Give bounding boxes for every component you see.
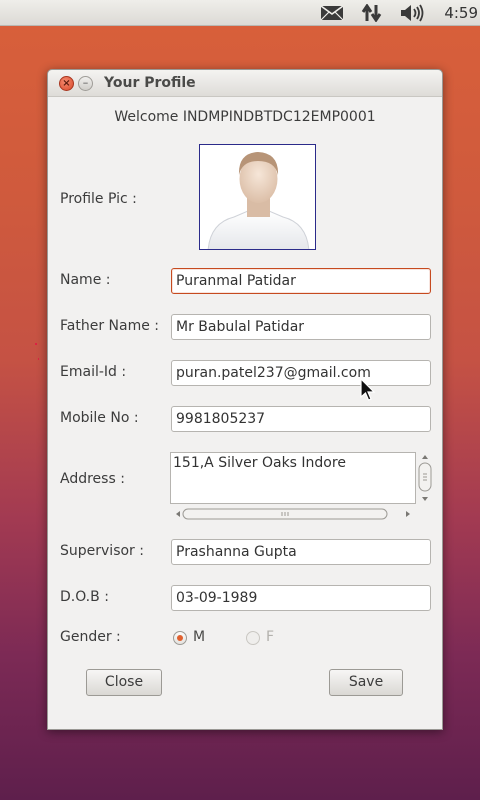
email-label: Email-Id :	[60, 364, 127, 380]
profile-picture[interactable]	[199, 144, 316, 250]
name-field[interactable]: Puranmal Patidar	[171, 268, 431, 294]
dob-field[interactable]: 03-09-1989	[171, 585, 431, 611]
gender-female-radio[interactable]	[246, 631, 260, 645]
gender-male-label[interactable]: M	[193, 629, 205, 645]
profile-pic-label: Profile Pic :	[60, 191, 137, 207]
address-horizontal-scrollbar[interactable]	[174, 507, 412, 521]
father-name-label: Father Name :	[60, 318, 159, 334]
window-minimize-button[interactable]: –	[78, 76, 93, 91]
clock[interactable]: 4:59	[444, 4, 478, 22]
volume-icon[interactable]	[398, 4, 426, 22]
supervisor-label: Supervisor :	[60, 543, 144, 559]
close-button[interactable]: Close	[86, 669, 162, 696]
dob-label: D.O.B :	[60, 589, 109, 605]
gender-female-label[interactable]: F	[266, 629, 274, 645]
wallpaper-mark	[35, 343, 37, 345]
gender-label: Gender :	[60, 629, 121, 645]
mail-icon[interactable]	[319, 4, 345, 22]
father-name-field[interactable]: Mr Babulal Patidar	[171, 314, 431, 340]
window-titlebar[interactable]: × – Your Profile	[48, 70, 442, 97]
mobile-label: Mobile No :	[60, 410, 139, 426]
avatar	[207, 152, 310, 249]
window-close-button[interactable]: ×	[59, 76, 74, 91]
gender-male-radio[interactable]	[173, 631, 187, 645]
supervisor-field[interactable]: Prashanna Gupta	[171, 539, 431, 565]
wallpaper-mark	[38, 358, 39, 360]
email-field[interactable]: puran.patel237@gmail.com	[171, 360, 431, 386]
save-button[interactable]: Save	[329, 669, 403, 696]
window-title: Your Profile	[104, 75, 196, 91]
address-label: Address :	[60, 471, 125, 487]
name-label: Name :	[60, 272, 111, 288]
welcome-text: Welcome INDMPINDBTDC12EMP0001	[114, 109, 376, 125]
address-vertical-scrollbar[interactable]	[418, 453, 432, 503]
mouse-cursor-icon	[360, 378, 376, 401]
network-transfer-icon[interactable]	[360, 4, 384, 22]
address-textarea[interactable]: 151,A Silver Oaks Indore	[170, 452, 416, 504]
top-panel: 4:59	[0, 0, 480, 26]
mobile-field[interactable]: 9981805237	[171, 406, 431, 432]
profile-window: × – Your Profile Welcome INDMPINDBTDC12E…	[47, 69, 443, 730]
